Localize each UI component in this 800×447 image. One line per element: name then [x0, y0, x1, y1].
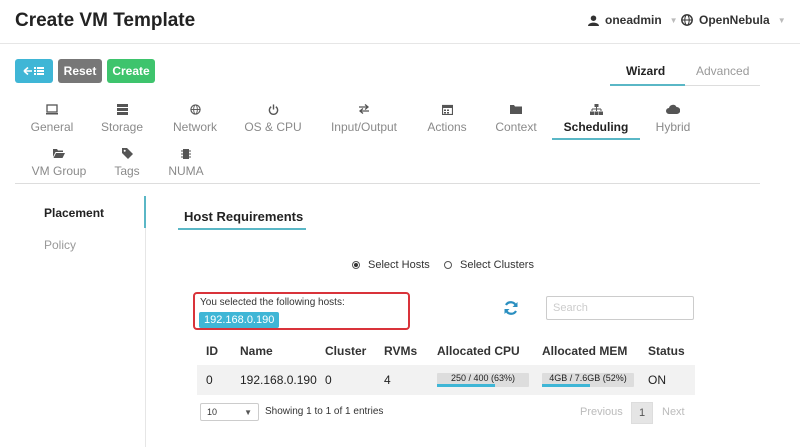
- current-page-button[interactable]: 1: [631, 402, 653, 424]
- user-menu[interactable]: oneadmin ▼: [588, 13, 678, 27]
- radio-label: Select Hosts: [368, 259, 430, 271]
- tab-label: Scheduling: [563, 120, 629, 134]
- cloud-icon: [628, 104, 718, 118]
- globe-icon: [681, 14, 693, 26]
- sidenav-placement[interactable]: Placement: [44, 206, 104, 220]
- tab-label: OS & CPU: [244, 120, 302, 134]
- sidenav-divider: [145, 228, 146, 447]
- back-list-icon: [23, 66, 44, 76]
- refresh-button[interactable]: [503, 300, 519, 321]
- folder-icon: [471, 104, 561, 118]
- tab-label: NUMA: [168, 164, 204, 178]
- cell-name: 192.168.0.190: [240, 373, 317, 387]
- tab-label: Network: [172, 120, 217, 134]
- tab-label: Hybrid: [655, 120, 691, 134]
- page-size-select[interactable]: 10 ▼: [200, 403, 259, 421]
- search-input[interactable]: [546, 296, 694, 320]
- user-icon: [588, 14, 599, 26]
- radio-selected-icon: [352, 261, 360, 269]
- column-header-allocated-mem[interactable]: Allocated MEM: [542, 344, 627, 358]
- cell-cluster: 0: [325, 373, 332, 387]
- zone-name: OpenNebula: [699, 13, 770, 27]
- zone-menu[interactable]: OpenNebula ▼: [681, 13, 786, 27]
- tab-label: Tags: [114, 164, 140, 178]
- column-header-status[interactable]: Status: [648, 344, 685, 358]
- cell-status: ON: [648, 373, 666, 387]
- header-divider: [0, 43, 800, 44]
- column-header-id[interactable]: ID: [206, 344, 218, 358]
- chevron-down-icon: ▼: [244, 407, 252, 417]
- selected-host-tag[interactable]: 192.168.0.190: [199, 312, 280, 328]
- radio-unselected-icon: [444, 261, 452, 269]
- reset-button[interactable]: Reset: [58, 59, 102, 83]
- tab-context[interactable]: Context: [471, 104, 561, 134]
- previous-page-button[interactable]: Previous: [580, 406, 623, 418]
- tab-label: VM Group: [31, 164, 87, 178]
- select-clusters-radio[interactable]: Select Clusters: [444, 259, 534, 271]
- select-hosts-radio[interactable]: Select Hosts: [352, 259, 430, 271]
- exchange-icon: [319, 104, 409, 118]
- entries-info: Showing 1 to 1 of 1 entries: [265, 406, 384, 417]
- sidenav-policy[interactable]: Policy: [44, 238, 76, 252]
- tab-label: Storage: [100, 120, 144, 134]
- mem-usage-fill: [542, 384, 590, 387]
- user-name: oneadmin: [605, 13, 662, 27]
- tab-hybrid[interactable]: Hybrid: [628, 104, 718, 134]
- cell-id: 0: [206, 373, 213, 387]
- advanced-mode-tab[interactable]: Advanced: [696, 64, 749, 78]
- sidenav-active-indicator: [144, 196, 146, 228]
- column-header-name[interactable]: Name: [240, 344, 273, 358]
- column-header-cluster[interactable]: Cluster: [325, 344, 366, 358]
- tab-numa[interactable]: NUMA: [141, 148, 231, 178]
- page-title: Create VM Template: [15, 10, 196, 31]
- chevron-down-icon: ▼: [669, 15, 678, 25]
- page-size-value: 10: [207, 407, 218, 417]
- mem-usage-label: 4GB / 7.6GB (52%): [549, 373, 627, 383]
- column-header-rvms[interactable]: RVMs: [384, 344, 417, 358]
- refresh-icon: [504, 301, 518, 315]
- mode-active-indicator: [610, 84, 685, 86]
- active-tab-indicator: [552, 138, 640, 140]
- cell-rvms: 4: [384, 373, 391, 387]
- section-title: Host Requirements: [184, 209, 304, 224]
- next-page-button[interactable]: Next: [662, 406, 685, 418]
- tab-label: General: [30, 120, 74, 134]
- chip-icon: [141, 148, 231, 162]
- chevron-down-icon: ▼: [777, 15, 786, 25]
- create-button[interactable]: Create: [107, 59, 155, 83]
- mem-usage-bar: 4GB / 7.6GB (52%): [542, 373, 634, 387]
- selected-hosts-text: You selected the following hosts:: [200, 297, 345, 308]
- tab-os-cpu[interactable]: OS & CPU: [228, 104, 318, 134]
- cpu-usage-bar: 250 / 400 (63%): [437, 373, 529, 387]
- cpu-usage-fill: [437, 384, 495, 387]
- globe-icon: [150, 104, 240, 118]
- column-header-allocated-cpu[interactable]: Allocated CPU: [437, 344, 520, 358]
- section-title-underline: [178, 228, 306, 230]
- wizard-mode-tab[interactable]: Wizard: [626, 64, 665, 78]
- cpu-usage-label: 250 / 400 (63%): [450, 373, 516, 383]
- radio-label: Select Clusters: [460, 259, 534, 271]
- tab-label: Input/Output: [330, 120, 398, 134]
- tab-label: Actions: [427, 120, 467, 134]
- tab-input-output[interactable]: Input/Output: [319, 104, 409, 134]
- back-button[interactable]: [15, 59, 53, 83]
- tab-label: Context: [495, 120, 537, 134]
- tab-network[interactable]: Network: [150, 104, 240, 134]
- power-icon: [228, 104, 318, 118]
- tabs-divider: [15, 183, 760, 184]
